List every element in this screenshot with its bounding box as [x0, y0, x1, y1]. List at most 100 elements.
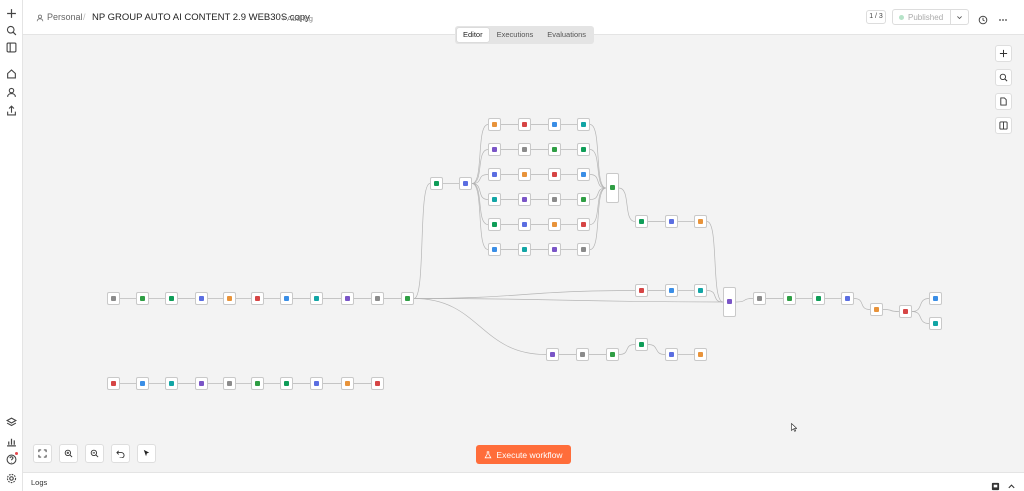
template-icon[interactable] — [3, 414, 19, 430]
workflow-node[interactable] — [280, 377, 293, 390]
workflow-node[interactable] — [548, 193, 561, 206]
workflow-node[interactable] — [165, 292, 178, 305]
workflow-node[interactable] — [753, 292, 766, 305]
workflow-node[interactable] — [577, 143, 590, 156]
home-icon[interactable] — [3, 65, 19, 81]
user-icon[interactable] — [3, 84, 19, 100]
workflow-node[interactable] — [841, 292, 854, 305]
workflow-node[interactable] — [488, 243, 501, 256]
breadcrumb-owner[interactable]: Personal — [36, 12, 83, 23]
workflow-node[interactable] — [136, 292, 149, 305]
workflow-node[interactable] — [165, 377, 178, 390]
workflow-node[interactable] — [548, 118, 561, 131]
undo-button[interactable] — [111, 444, 130, 463]
workflow-node[interactable] — [223, 377, 236, 390]
workflow-node[interactable] — [548, 218, 561, 231]
workflow-node[interactable] — [694, 348, 707, 361]
pop-out-icon[interactable] — [991, 478, 1000, 491]
tab-editor[interactable]: Editor — [457, 28, 489, 42]
workflow-node[interactable] — [195, 292, 208, 305]
tab-executions[interactable]: Executions — [491, 28, 540, 42]
workflow-node[interactable] — [280, 292, 293, 305]
workflow-node[interactable] — [518, 218, 531, 231]
workflow-node[interactable] — [223, 292, 236, 305]
publish-button[interactable]: Published — [893, 10, 950, 24]
workflow-node[interactable] — [694, 215, 707, 228]
workflow-node[interactable] — [310, 377, 323, 390]
execute-workflow-button[interactable]: Execute workflow — [476, 445, 571, 464]
workflow-node[interactable] — [401, 292, 414, 305]
more-options-icon[interactable] — [998, 12, 1008, 22]
workflow-canvas[interactable]: Execute workflow — [23, 35, 1024, 472]
workflow-node[interactable] — [518, 193, 531, 206]
add-tag-button[interactable]: + Add tag — [281, 13, 313, 24]
workflow-node[interactable] — [577, 118, 590, 131]
workflow-node[interactable] — [929, 317, 942, 330]
add-node-button[interactable] — [995, 45, 1012, 62]
logs-panel-bar[interactable]: Logs — [23, 472, 1024, 491]
workflow-node[interactable] — [488, 193, 501, 206]
workflow-node[interactable] — [694, 284, 707, 297]
workflow-node[interactable] — [635, 338, 648, 351]
workflow-node[interactable] — [518, 168, 531, 181]
workflow-node[interactable] — [518, 243, 531, 256]
workflow-node[interactable] — [548, 243, 561, 256]
workflow-node[interactable] — [606, 348, 619, 361]
workflow-title[interactable]: NP GROUP AUTO AI CONTENT 2.9 WEB30S copy — [92, 12, 310, 23]
settings-icon[interactable] — [3, 470, 19, 486]
workflow-node[interactable] — [606, 173, 619, 203]
panel-icon[interactable] — [3, 39, 19, 55]
workflow-node[interactable] — [577, 243, 590, 256]
fit-view-button[interactable] — [33, 444, 52, 463]
help-icon[interactable] — [3, 451, 19, 467]
workflow-node[interactable] — [518, 143, 531, 156]
workflow-node[interactable] — [341, 292, 354, 305]
workflow-node[interactable] — [195, 377, 208, 390]
toggle-panel-button[interactable] — [995, 117, 1012, 134]
workflow-node[interactable] — [371, 292, 384, 305]
workflow-node[interactable] — [107, 292, 120, 305]
workflow-node[interactable] — [812, 292, 825, 305]
workflow-node[interactable] — [251, 377, 264, 390]
workflow-node[interactable] — [341, 377, 354, 390]
workflow-node[interactable] — [870, 303, 883, 316]
search-icon[interactable] — [3, 22, 19, 38]
workflow-node[interactable] — [577, 168, 590, 181]
workflow-node[interactable] — [548, 143, 561, 156]
share-icon[interactable] — [3, 102, 19, 118]
workflow-node[interactable] — [577, 218, 590, 231]
workflow-node[interactable] — [899, 305, 912, 318]
workflow-node[interactable] — [136, 377, 149, 390]
search-nodes-button[interactable] — [995, 69, 1012, 86]
workflow-node[interactable] — [635, 284, 648, 297]
plus-icon[interactable] — [3, 5, 19, 21]
workflow-node[interactable] — [430, 177, 443, 190]
chevron-down-icon[interactable] — [950, 10, 968, 24]
workflow-node[interactable] — [488, 168, 501, 181]
workflow-node[interactable] — [665, 284, 678, 297]
workflow-node[interactable] — [929, 292, 942, 305]
workflow-node[interactable] — [665, 348, 678, 361]
insights-icon[interactable] — [3, 433, 19, 449]
workflow-node[interactable] — [459, 177, 472, 190]
workflow-node[interactable] — [488, 218, 501, 231]
workflow-node[interactable] — [576, 348, 589, 361]
workflow-node[interactable] — [488, 143, 501, 156]
workflow-node[interactable] — [546, 348, 559, 361]
version-pager[interactable]: 1 / 3 — [866, 10, 886, 24]
workflow-node[interactable] — [577, 193, 590, 206]
workflow-node[interactable] — [723, 287, 736, 317]
tab-evaluations[interactable]: Evaluations — [541, 28, 592, 42]
workflow-node[interactable] — [665, 215, 678, 228]
workflow-node[interactable] — [310, 292, 323, 305]
zoom-in-button[interactable] — [59, 444, 78, 463]
workflow-node[interactable] — [783, 292, 796, 305]
sticky-note-button[interactable] — [995, 93, 1012, 110]
workflow-node[interactable] — [371, 377, 384, 390]
workflow-node[interactable] — [488, 118, 501, 131]
select-mode-button[interactable] — [137, 444, 156, 463]
workflow-node[interactable] — [548, 168, 561, 181]
workflow-node[interactable] — [635, 215, 648, 228]
workflow-node[interactable] — [251, 292, 264, 305]
chevron-up-icon[interactable] — [1007, 478, 1016, 489]
